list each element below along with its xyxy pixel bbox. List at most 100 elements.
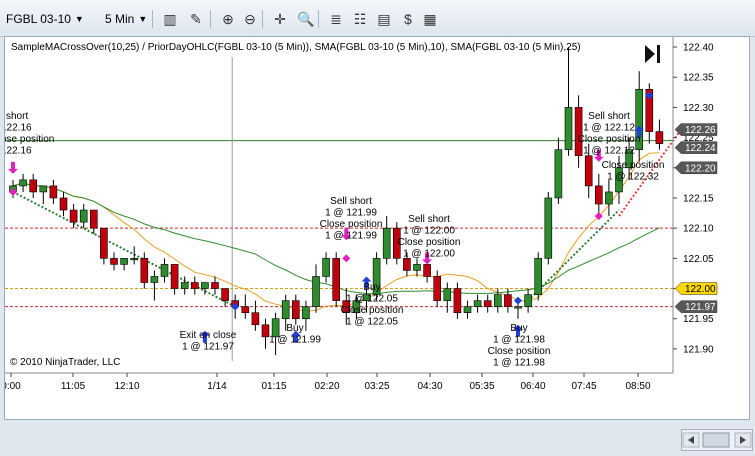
candle-body	[322, 258, 330, 277]
chart-title: SampleMACrossOver(10,25) / PriorDayOHLC(…	[11, 42, 581, 53]
candle-body	[302, 306, 310, 320]
execution-marker	[342, 254, 351, 263]
end-of-chart-button[interactable]	[645, 45, 660, 63]
candle	[413, 258, 421, 277]
end-bar-icon	[657, 45, 660, 63]
candle	[291, 294, 300, 325]
trade-label: Buy 1 @ 121.98 Close position 1 @ 121.98	[488, 323, 551, 369]
candle	[605, 179, 613, 217]
candle-body	[483, 300, 492, 307]
zoom-in-icon[interactable]: ⊕	[218, 9, 238, 29]
candle	[251, 300, 260, 331]
price-tick-label: 122.40	[683, 43, 714, 54]
candle-body	[180, 282, 189, 289]
candle	[201, 282, 209, 295]
candle-body	[514, 306, 522, 309]
instrument-label: FGBL 03-10	[6, 12, 71, 26]
price-chart[interactable]: SampleMACrossOver(10,25) / PriorDayOHLC(…	[5, 37, 749, 419]
candle	[483, 294, 492, 313]
search-icon[interactable]: 🔍	[296, 9, 316, 29]
candle-body	[39, 185, 48, 193]
candle-body	[150, 276, 159, 283]
price-axis[interactable]: 122.40122.35122.30122.25122.20122.15122.…	[672, 37, 718, 373]
candle-body	[140, 258, 149, 283]
candle	[180, 276, 189, 295]
candle-body	[69, 209, 78, 223]
time-tick-label: 06:40	[520, 381, 545, 392]
candle	[120, 258, 128, 271]
candle-body	[191, 282, 199, 289]
instrument-selector[interactable]: FGBL 03-10 ▼	[6, 9, 84, 29]
candle	[382, 216, 391, 265]
candle	[332, 252, 341, 307]
candle-body	[79, 209, 88, 223]
time-tick-label: 11:05	[61, 381, 86, 392]
candle	[473, 294, 482, 313]
candle-body	[403, 258, 411, 271]
candle	[170, 264, 179, 295]
candle-body	[19, 179, 27, 187]
toolbar-divider	[318, 10, 319, 28]
candle-body	[332, 258, 341, 301]
candle	[100, 227, 108, 265]
svg-text:122.26: 122.26	[685, 125, 716, 136]
candle	[160, 258, 169, 283]
zoom-out-icon[interactable]: ⊖	[240, 9, 260, 29]
candle	[150, 270, 159, 301]
candle-body	[100, 227, 108, 259]
candle	[29, 173, 38, 198]
price-tick-label: 122.35	[683, 73, 714, 84]
candle	[554, 137, 563, 205]
candle	[69, 204, 78, 229]
candle-body	[201, 282, 209, 289]
svg-text:121.97: 121.97	[685, 302, 716, 313]
candle-body	[594, 185, 603, 205]
data-box-icon[interactable]: ▦	[420, 9, 440, 29]
toolbar-divider	[152, 10, 153, 28]
toolbar-divider	[210, 10, 211, 28]
copyright: © 2010 NinjaTrader, LLC	[10, 357, 120, 368]
candle	[221, 288, 229, 307]
indicators-icon[interactable]: ☷	[350, 9, 370, 29]
strategy-icon[interactable]: ▤	[374, 9, 394, 29]
price-marker: 122.20	[674, 161, 718, 174]
price-marker: 121.97	[674, 300, 718, 313]
chart-panel[interactable]: SampleMACrossOver(10,25) / PriorDayOHLC(…	[4, 36, 753, 451]
time-axis[interactable]: 0:00 11:05 12:10 1/14 01:15 02:20 03:25 04:30 05…	[5, 372, 673, 392]
time-tick-label: 01:15	[261, 381, 286, 392]
candle-body	[251, 312, 260, 326]
crosshair-icon[interactable]: ✛	[270, 9, 290, 29]
candle-body	[554, 149, 563, 199]
play-icon	[645, 45, 655, 63]
candle-body	[49, 185, 58, 199]
price-tick-label: 122.15	[683, 193, 714, 204]
candle-body	[211, 282, 219, 289]
drawing-pencil-icon[interactable]: ✎	[186, 9, 206, 29]
candle-body	[605, 191, 613, 205]
time-tick-label: 05:35	[469, 381, 494, 392]
candle	[524, 288, 532, 313]
time-tick-label: 08:50	[625, 381, 650, 392]
candle	[90, 209, 98, 235]
candle-body	[59, 197, 68, 211]
candle-body	[120, 258, 128, 265]
candle	[39, 185, 48, 205]
dollar-icon[interactable]: $	[398, 9, 418, 29]
candle-body	[312, 276, 320, 307]
price-tick-label: 122.30	[683, 103, 714, 114]
price-tick-label: 121.90	[683, 344, 714, 355]
scroll-thumb[interactable]	[702, 432, 730, 448]
candle-body	[382, 227, 391, 259]
candle-body	[90, 209, 98, 229]
trade-label: Sell short 1 @ 122.00 Close position 1 @ 12…	[398, 214, 461, 260]
interval-selector[interactable]: 5 Min ▼	[105, 9, 147, 29]
candle-body	[574, 107, 583, 157]
horizontal-scrollbar[interactable]	[681, 429, 753, 451]
properties-icon[interactable]: ≣	[326, 9, 346, 29]
trade-label: Exit on close 1 @ 121.97	[180, 330, 237, 353]
candle	[241, 294, 250, 319]
bar-style-icon[interactable]: ▥	[160, 9, 180, 29]
price-marker: 122.24	[674, 141, 718, 154]
candle	[261, 318, 270, 349]
trade-label: Sell short 1 @ 122.12 Close position 1 @ 12…	[578, 111, 641, 157]
